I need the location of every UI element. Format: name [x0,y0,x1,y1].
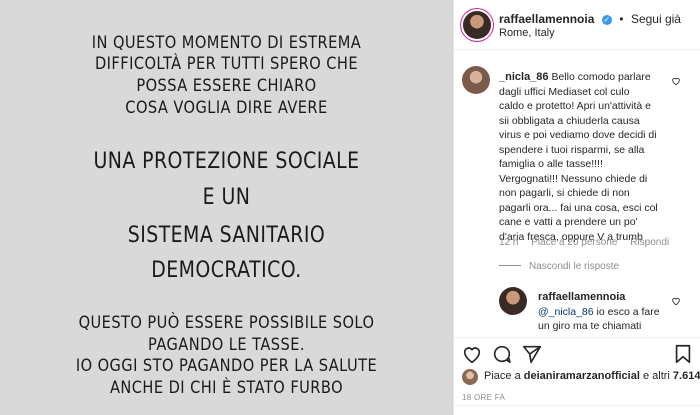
commenter-username[interactable]: _nicla_86 [499,71,549,83]
post-side-panel: raffaellamennoia ✓ • Segui già Rome, Ita… [453,0,700,415]
comment-body: _nicla_86 Bello comodo parlare dagli uff… [499,70,689,244]
comment-meta: 12 h Piace a 20 persone Rispondi [499,237,669,248]
follow-status-button[interactable]: Segui già [631,12,681,26]
reply-line: un giro ma te chiamati [538,320,642,332]
like-comment-heart-icon[interactable] [671,76,681,86]
save-bookmark-icon[interactable] [672,343,694,365]
post-location[interactable]: Rome, Italy [499,27,555,39]
reply-body: raffaellamennoia @_nicla_86 io esco a fa… [538,290,688,334]
likes-suffix: e altri [639,370,673,382]
post-text-line: E UN [202,185,251,210]
comment-line: pagarli ora... fai una cosa, esci col [499,201,658,214]
comment-bubble-icon[interactable] [491,343,513,365]
hide-replies-toggle[interactable]: Nascondi le risposte [499,261,619,272]
post-text-line: ANCHE DI CHI È STATO FURBO [109,378,344,398]
author-username[interactable]: raffaellamennoia [499,12,594,26]
post-text-line: IO OGGI STO PAGANDO PER LA SALUTE [75,356,378,376]
comment-line: cane e vatti a prendere un po' [499,216,638,228]
post-text-line: SISTEMA SANITARIO [127,223,326,248]
post-text-line: COSA VOGLIA DIRE AVERE [125,98,328,118]
add-comment-bar [454,405,700,415]
comment-line: caldo e protetto! Apri un'attività e [499,100,652,112]
likes-summary: Piace a deianiramarzanofficial e altri 7… [454,365,700,387]
comment-line: non pagarli, si chiede di non [499,187,630,199]
reply-button[interactable]: Rispondi [630,237,669,248]
comment-line: Vergognati!!! Nessuno chiede di [499,172,648,185]
comment-likes-link[interactable]: Piace a 20 persone [531,237,617,248]
post-text-line: UNA PROTEZIONE SOCIALE [93,149,360,174]
comment-line: virus e poi vediamo dove decidi di [499,129,657,141]
liker-avatar[interactable] [462,369,478,385]
action-bar [454,337,700,367]
commenter-avatar[interactable] [462,66,490,94]
likes-count-link[interactable]: 7.614 [673,370,700,382]
header-separator: • [619,12,624,26]
comment-age: 12 h [499,237,519,248]
hide-replies-label: Nascondi le risposte [529,261,620,272]
comment-line: dagli uffici Mediaset col culo [499,85,630,98]
share-paper-plane-icon[interactable] [521,343,543,365]
likes-prefix: Piace a [484,370,524,382]
reply-username[interactable]: raffaellamennoia [538,290,688,305]
post-text-line: DIFFICOLTÀ PER TUTTI SPERO CHE [94,54,359,74]
post-text-line: IN QUESTO MOMENTO DI ESTREMA [91,33,362,53]
like-heart-icon[interactable] [461,343,483,365]
post-text-line: POSSA ESSERE CHIARO [136,76,317,96]
divider-line [499,265,521,266]
reply-author-avatar[interactable] [499,287,527,315]
author-avatar[interactable] [463,11,491,39]
comment-line: spendere i tuoi risparmi, se alla [499,143,645,156]
post-image: IN QUESTO MOMENTO DI ESTREMA DIFFICOLTÀ … [0,0,453,415]
comment-line: sii obbligata a chiuderla causa [499,114,640,127]
post-text-line: DEMOCRATICO. [151,258,302,283]
reply-line: io esco a fare [596,305,660,318]
comment-line: famiglia o alle tasse!!!! [499,158,603,170]
post-timestamp: 18 ORE FA [462,393,506,402]
comment-line: Bello comodo parlare [551,71,651,83]
post-text-line: PAGANDO LE TASSE. [148,335,305,355]
post-text-line: QUESTO PUÒ ESSERE POSSIBILE SOLO [78,313,375,333]
liker-username-link[interactable]: deianiramarzanofficial [524,370,640,382]
reply-mention-link[interactable]: @_nicla_86 [538,306,594,318]
like-reply-heart-icon[interactable] [671,296,681,306]
post-header: raffaellamennoia ✓ • Segui già Rome, Ita… [454,0,700,50]
verified-badge-icon: ✓ [601,15,612,25]
